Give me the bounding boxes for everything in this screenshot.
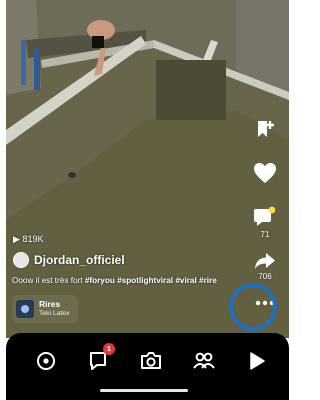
caption-hashtags[interactable]: #foryou #spotlightviral #viral #rire [85,276,217,285]
nav-spotlight[interactable] [244,348,270,374]
caption-text: Ooow il est très fort [12,276,85,285]
comment-bubble-icon [254,206,276,226]
screen: 71 706 ▶ 819K Djordan_officiel Ooow il e… [0,0,289,400]
bookmark-add-icon [258,121,274,137]
nav-stories[interactable] [191,348,217,374]
heart-icon [254,163,276,183]
sound-chip[interactable]: Rires Teki Latex [12,295,78,323]
sound-cover-icon [16,300,34,318]
share-button[interactable]: 706 [247,252,283,281]
share-arrow-icon [255,253,275,269]
nav-camera[interactable] [138,348,164,374]
comment-count: 71 [260,230,270,239]
play-icon: ▶ [13,234,20,244]
caption: Ooow il est très fort #foryou #spotlight… [12,276,237,285]
save-button[interactable] [247,118,283,140]
username[interactable]: Djordan_officiel [34,253,125,267]
nav-map[interactable] [33,348,59,374]
avatar[interactable] [13,252,29,268]
nav-chat[interactable]: 1 [85,343,115,374]
author-row[interactable]: Djordan_officiel [13,252,125,268]
camera-icon [141,352,161,369]
share-count: 706 [258,272,272,281]
like-button[interactable] [247,162,283,184]
sound-info: Rires Teki Latex [39,299,70,319]
location-pin-icon [37,352,55,370]
highlight-ring [229,283,277,331]
play-triangle-icon [250,352,265,370]
chat-badge: 1 [103,343,115,355]
sound-title: Rires [39,299,61,309]
view-count: ▶ 819K [13,234,43,245]
friends-icon [193,352,215,369]
home-indicator[interactable] [100,389,188,392]
view-count-value: 819K [22,234,44,244]
comment-button[interactable]: 71 [247,206,283,239]
sound-artist: Teki Latex [39,310,70,317]
